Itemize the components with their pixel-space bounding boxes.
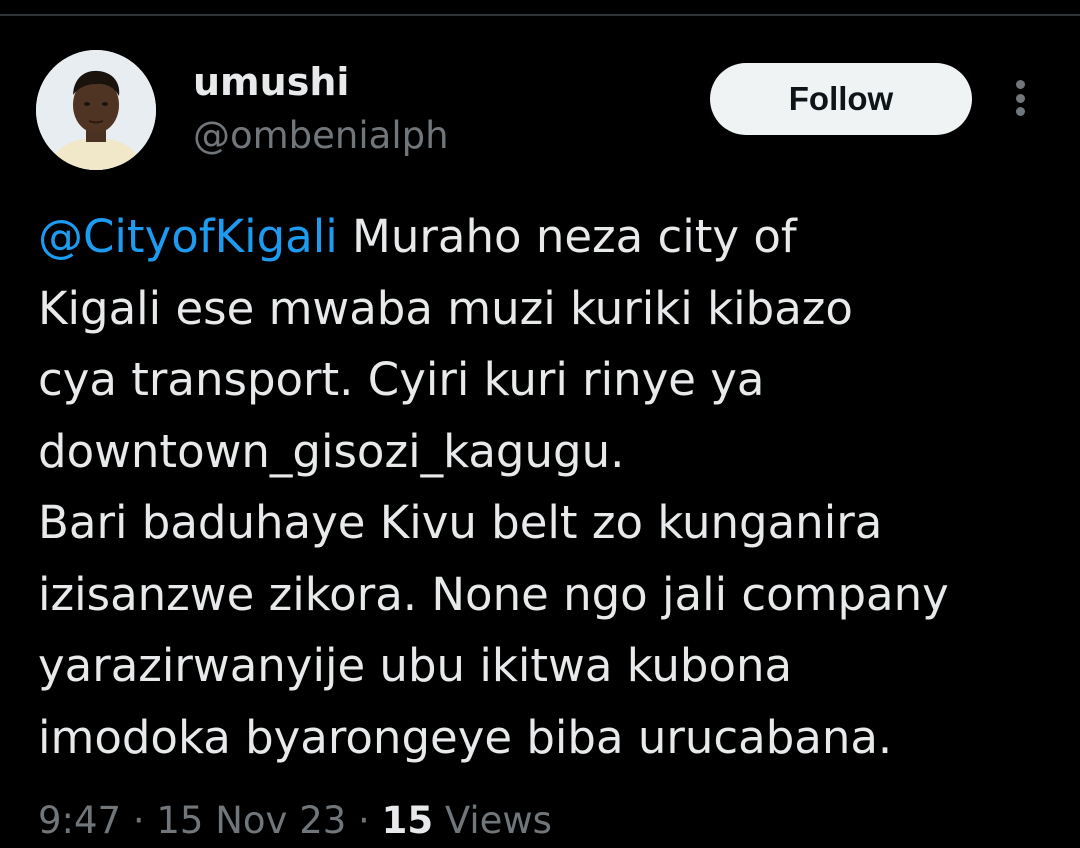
tweet-meta: 9:47 · 15 Nov 23 · 15 Views [38,795,552,847]
tweet-date[interactable]: 15 Nov 23 [156,799,346,842]
display-name[interactable]: umushi [193,58,349,106]
top-divider [0,14,1080,16]
avatar-image [36,50,156,170]
more-options-button[interactable] [1000,74,1040,122]
tweet-body: Muraho neza city of Kigali ese mwaba muz… [38,210,949,764]
user-handle[interactable]: @ombenialph [193,112,449,160]
views-label[interactable]: Views [433,799,552,842]
tweet-time[interactable]: 9:47 [38,799,121,842]
meta-separator: · [121,799,157,842]
follow-button[interactable]: Follow [710,63,972,135]
tweet-text: @CityofKigali Muraho neza city of Kigali… [38,201,1058,773]
views-count[interactable]: 15 [382,799,434,842]
more-vertical-icon [1015,80,1025,89]
more-vertical-icon-dot-2 [1015,93,1025,103]
mention-link[interactable]: @CityofKigali [38,210,338,263]
meta-separator-2: · [346,799,382,842]
avatar[interactable] [36,50,156,170]
more-vertical-icon-dot-3 [1015,107,1025,116]
